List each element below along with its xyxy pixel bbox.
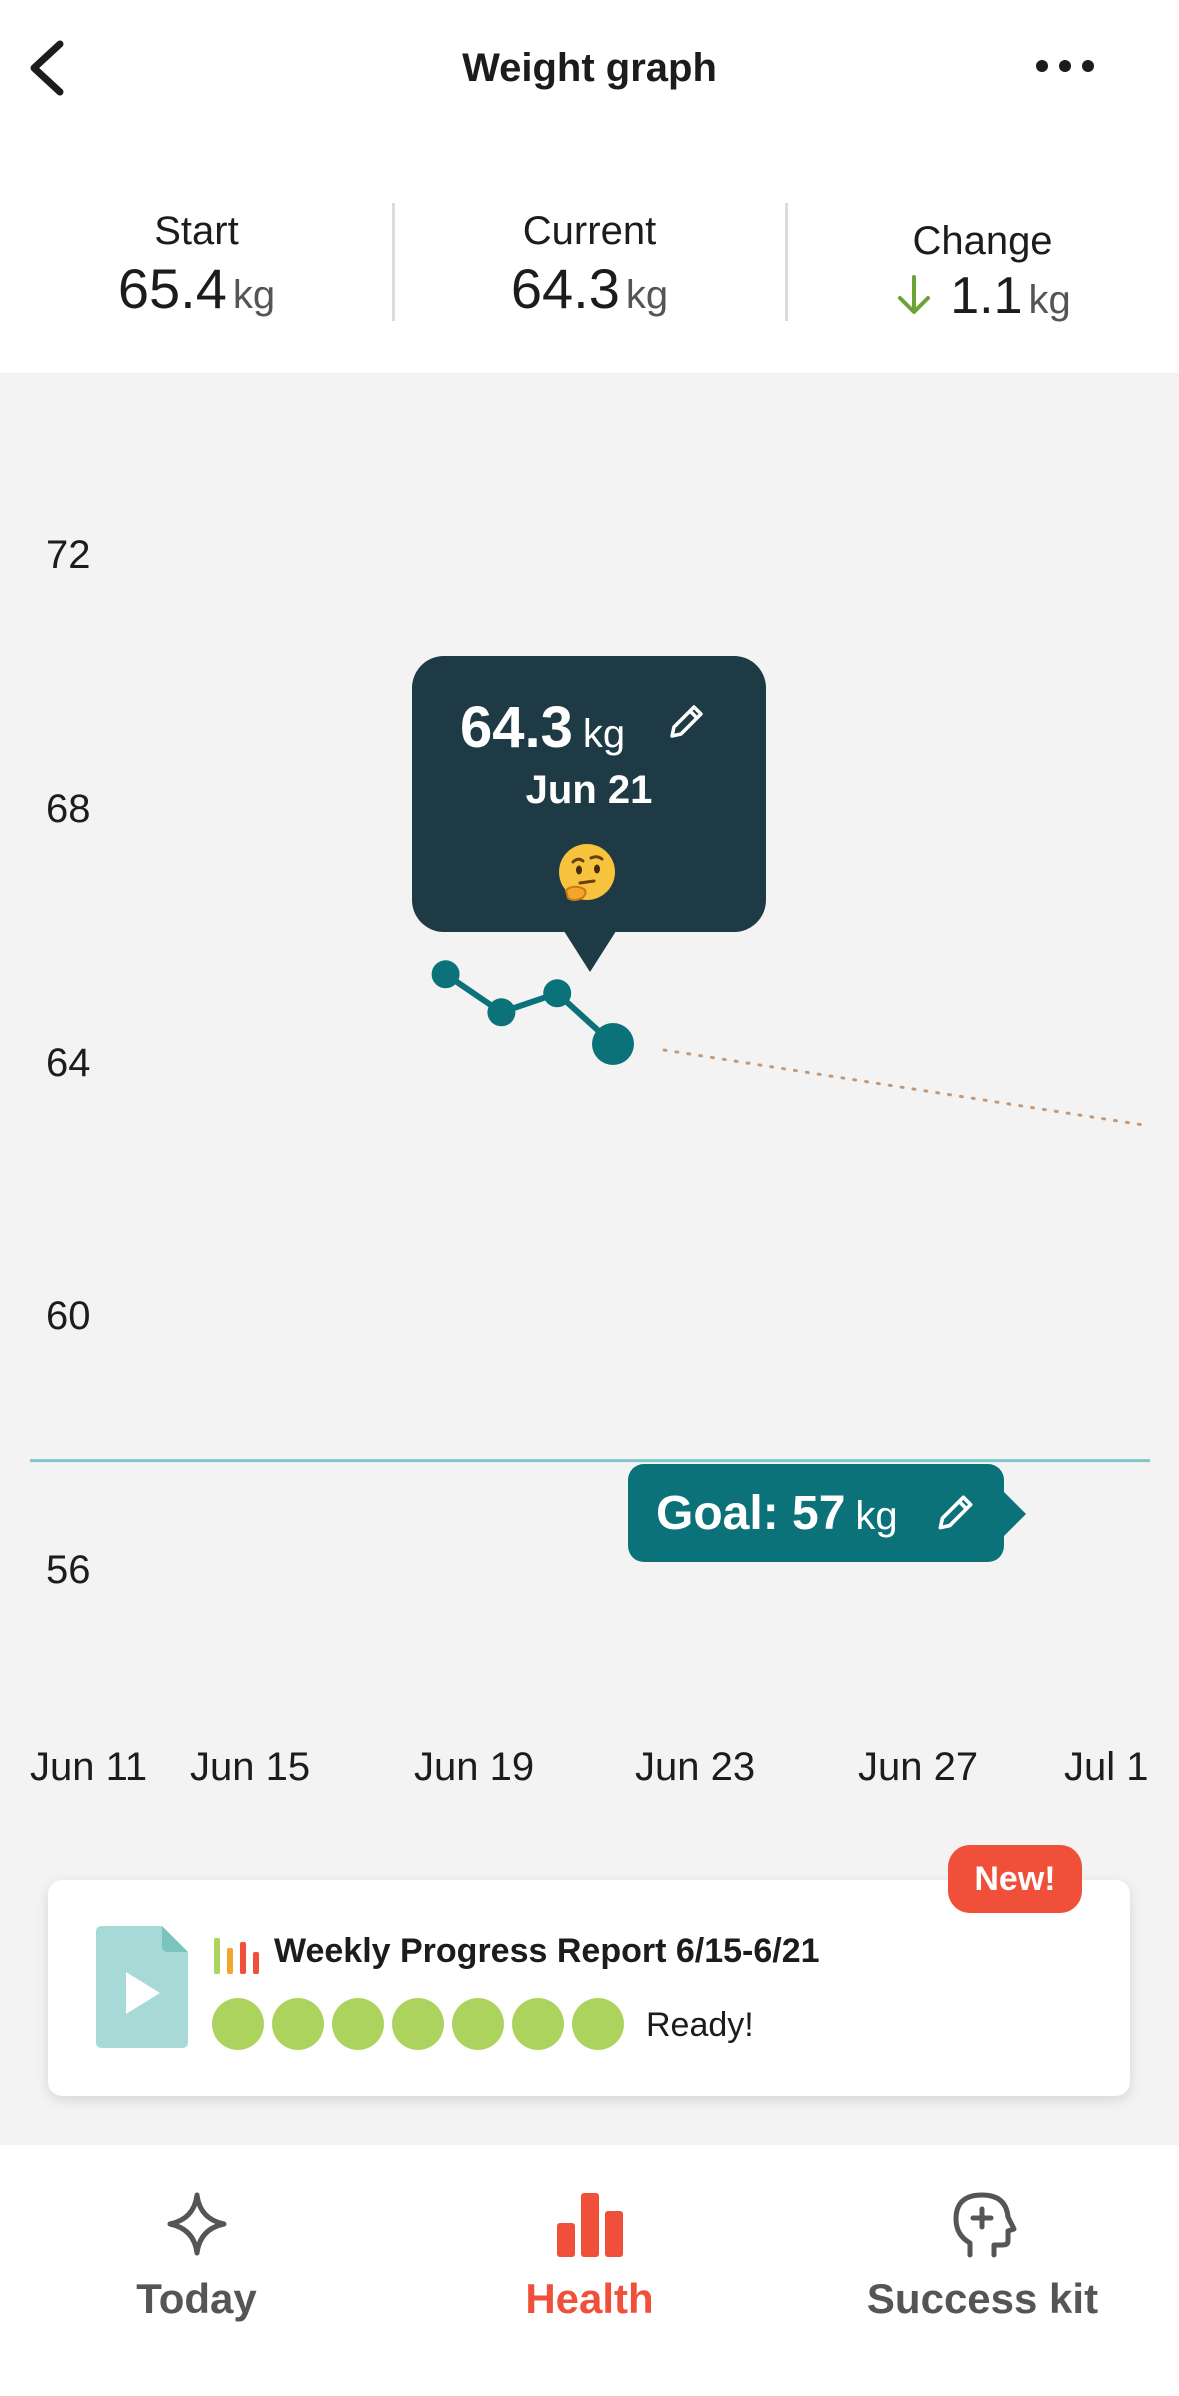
bottom-nav: Today Health Success kit	[0, 2145, 1179, 2396]
header: Weight graph	[0, 0, 1179, 140]
goal-pointer	[1002, 1490, 1026, 1538]
trend-line	[662, 1048, 1152, 1128]
selected-point-tooltip: 64.3 kg Jun 21	[412, 656, 766, 932]
progress-dot	[212, 1998, 264, 2050]
report-status: Ready!	[646, 2006, 754, 2044]
stat-change-value: 1.1	[950, 267, 1023, 325]
progress-dots	[212, 1998, 624, 2050]
selected-data-point[interactable]	[592, 1022, 634, 1065]
tab-success-kit-label: Success kit	[866, 2275, 1099, 2322]
stat-change-label: Change	[912, 219, 1053, 263]
stat-current-label: Current	[522, 209, 657, 253]
stat-current: Current 64.3 kg	[393, 195, 786, 321]
weight-series-line	[443, 971, 616, 1047]
stat-start-label: Start	[154, 209, 239, 253]
tooltip-unit: kg	[582, 712, 626, 756]
x-tick-label: Jun 11	[30, 1745, 148, 1789]
head-plus-icon	[953, 2192, 1017, 2258]
stat-change-unit: kg	[1028, 278, 1071, 322]
pencil-icon	[938, 1495, 973, 1530]
progress-dot	[452, 1998, 504, 2050]
tab-today-label: Today	[136, 2275, 257, 2322]
bar-chart-icon	[557, 2193, 623, 2257]
x-tick-label: Jun 15	[190, 1745, 311, 1789]
x-tick-label: Jul 1	[1064, 1745, 1149, 1789]
stat-start-value: 65.4	[117, 257, 227, 320]
tab-health[interactable]: Health	[393, 2169, 786, 2329]
tab-health-label: Health	[525, 2275, 654, 2322]
goal-unit: kg	[855, 1494, 898, 1538]
progress-dot	[512, 1998, 564, 2050]
goal-badge[interactable]: Goal: 57 kg	[628, 1464, 1004, 1562]
stat-current-value: 64.3	[510, 257, 620, 320]
progress-dot	[572, 1998, 624, 2050]
tab-today[interactable]: Today	[0, 2169, 393, 2329]
sparkle-icon	[167, 2192, 227, 2256]
new-badge: New!	[948, 1845, 1082, 1913]
tooltip-value: 64.3	[460, 695, 573, 760]
more-horizontal-icon	[1036, 60, 1094, 72]
tooltip-date: Jun 21	[525, 768, 653, 812]
document-play-icon	[96, 1926, 188, 2048]
tab-success-kit[interactable]: Success kit	[786, 2169, 1179, 2329]
progress-dot	[332, 1998, 384, 2050]
page-title: Weight graph	[462, 46, 717, 90]
edit-weight-button[interactable]	[664, 700, 708, 744]
data-point	[431, 960, 460, 989]
more-options-button[interactable]	[1032, 40, 1098, 90]
goal-label: Goal: 57	[656, 1487, 846, 1540]
report-title: Weekly Progress Report 6/15-6/21	[274, 1932, 820, 1970]
x-tick-label: Jun 23	[635, 1745, 756, 1789]
thinking-face-emoji	[559, 844, 615, 901]
pencil-icon	[670, 705, 703, 738]
stat-start: Start 65.4 kg	[0, 195, 393, 321]
stat-start-unit: kg	[232, 273, 276, 317]
arrow-down-icon	[898, 275, 931, 314]
data-point	[487, 998, 516, 1027]
stat-change: Change 1.1 kg	[786, 195, 1179, 326]
progress-dot	[272, 1998, 324, 2050]
edit-goal-button[interactable]	[932, 1490, 978, 1536]
stats-row: Start 65.4 kg Current 64.3 kg Change 1.1 kg	[0, 195, 1179, 345]
bar-chart-icon	[214, 1938, 259, 1974]
x-tick-label: Jun 27	[858, 1745, 979, 1789]
data-point	[543, 979, 572, 1008]
tooltip-pointer	[562, 928, 618, 972]
progress-dot	[392, 1998, 444, 2050]
x-tick-label: Jun 19	[414, 1745, 535, 1789]
stat-current-unit: kg	[625, 273, 669, 317]
